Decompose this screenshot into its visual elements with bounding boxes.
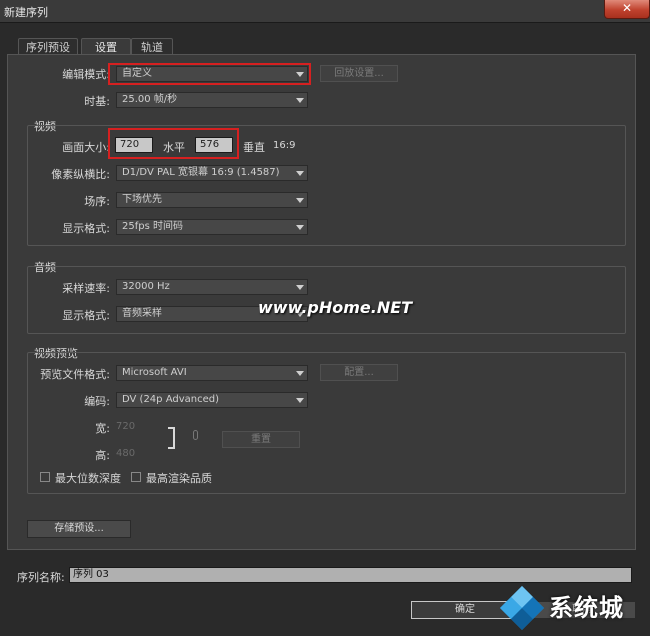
frame-width-input[interactable]: 720 [115, 137, 153, 153]
aspect-ratio-label: 16:9 [273, 140, 296, 151]
preview-file-format-value: Microsoft AVI [122, 367, 187, 378]
horizontal-label: 水平 [163, 141, 185, 154]
phome-watermark: www.pHome.NET [258, 298, 413, 317]
codec-label: 编码: [84, 395, 110, 408]
window-title: 新建序列 [4, 6, 48, 19]
xitong-logo-icon [500, 586, 544, 630]
frame-height-input[interactable]: 576 [195, 137, 233, 153]
chevron-down-icon [296, 371, 304, 376]
preview-height-value: 480 [116, 448, 136, 459]
preview-file-format-dropdown[interactable]: Microsoft AVI [116, 365, 308, 381]
vertical-label: 垂直 [243, 141, 265, 154]
video-display-format-value: 25fps 时间码 [122, 221, 183, 232]
pixel-aspect-label: 像素纵横比: [51, 168, 110, 181]
timebase-label: 时基: [84, 95, 110, 108]
field-order-value: 下场优先 [122, 194, 162, 205]
preview-file-format-label: 预览文件格式: [40, 368, 110, 381]
video-display-format-label: 显示格式: [62, 222, 110, 235]
preview-width-label: 宽: [95, 422, 110, 435]
sample-rate-value: 32000 Hz [122, 281, 170, 292]
codec-value: DV (24p Advanced) [122, 394, 219, 405]
edit-mode-label: 编辑模式: [62, 68, 110, 81]
title-bar: 新建序列 ✕ [0, 0, 650, 23]
chevron-down-icon [296, 72, 304, 77]
max-bit-depth-label: 最大位数深度 [55, 472, 121, 485]
sample-rate-label: 采样速率: [62, 282, 110, 295]
reset-button[interactable]: 重置 [222, 431, 300, 448]
playback-settings-button[interactable]: 回放设置... [320, 65, 398, 82]
audio-display-format-value: 音频采样 [122, 308, 162, 319]
codec-dropdown[interactable]: DV (24p Advanced) [116, 392, 308, 408]
link-bracket [168, 427, 175, 449]
field-order-label: 场序: [84, 195, 110, 208]
max-bit-depth-checkbox[interactable] [40, 472, 50, 482]
save-preset-button[interactable]: 存储预设... [27, 520, 131, 538]
chevron-down-icon [296, 398, 304, 403]
pixel-aspect-value: D1/DV PAL 宽银幕 16:9 (1.4587) [122, 167, 280, 178]
close-button[interactable]: ✕ [604, 0, 650, 19]
max-render-quality-label: 最高渲染品质 [146, 472, 212, 485]
sequence-name-label: 序列名称: [17, 571, 65, 584]
pixel-aspect-dropdown[interactable]: D1/DV PAL 宽银幕 16:9 (1.4587) [116, 165, 308, 181]
edit-mode-dropdown[interactable]: 自定义 [116, 66, 308, 82]
configure-button[interactable]: 配置... [320, 364, 398, 381]
edit-mode-value: 自定义 [122, 68, 152, 79]
chevron-down-icon [296, 285, 304, 290]
chain-link-icon [193, 430, 198, 440]
sample-rate-dropdown[interactable]: 32000 Hz [116, 279, 308, 295]
chevron-down-icon [296, 225, 304, 230]
sequence-name-input[interactable]: 序列 03 [69, 567, 632, 583]
audio-display-format-label: 显示格式: [62, 309, 110, 322]
chevron-down-icon [296, 198, 304, 203]
frame-size-label: 画面大小: [62, 141, 110, 154]
max-render-quality-checkbox[interactable] [131, 472, 141, 482]
preview-height-label: 高: [95, 449, 110, 462]
field-order-dropdown[interactable]: 下场优先 [116, 192, 308, 208]
xitong-watermark: 系统城 [549, 594, 624, 622]
video-display-format-dropdown[interactable]: 25fps 时间码 [116, 219, 308, 235]
timebase-value: 25.00 帧/秒 [122, 94, 178, 105]
preview-width-value: 720 [116, 421, 136, 432]
timebase-dropdown[interactable]: 25.00 帧/秒 [116, 92, 308, 108]
chevron-down-icon [296, 171, 304, 176]
chevron-down-icon [296, 98, 304, 103]
